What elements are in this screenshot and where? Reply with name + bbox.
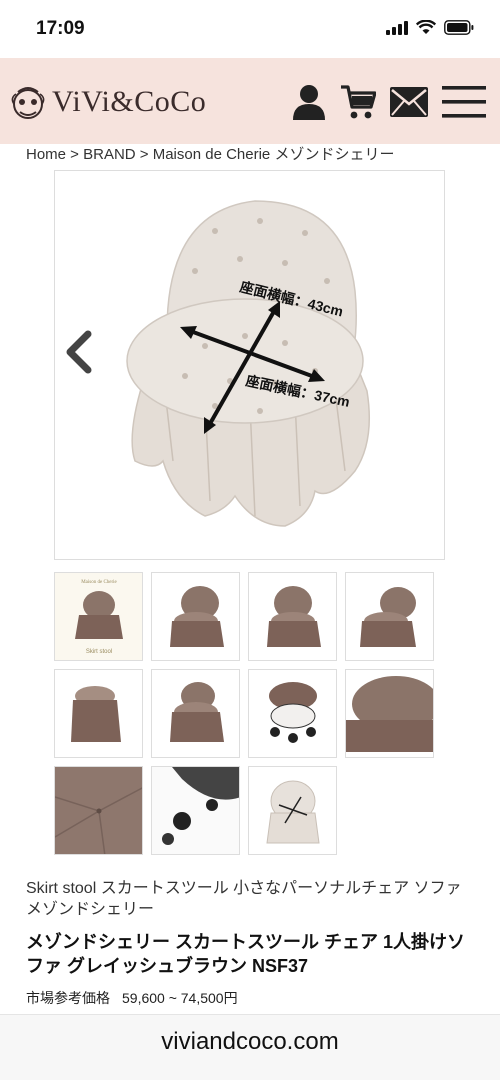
- thumbnail-1[interactable]: Maison de Cherie Skirt stool: [54, 572, 143, 661]
- dimensions-thumb: [266, 780, 320, 844]
- price-value: 59,600 ~ 74,500円: [122, 990, 238, 1006]
- status-bar: 17:09: [0, 0, 500, 58]
- thumbnail-11[interactable]: [248, 766, 337, 855]
- thumbnail-10[interactable]: [151, 766, 240, 855]
- stool-front-thumb: [267, 586, 321, 647]
- stool-front-thumb: [170, 586, 224, 647]
- thumbnail-4[interactable]: [345, 572, 434, 661]
- stool-front-thumb: Maison de Cherie Skirt stool: [55, 573, 142, 660]
- account-icon[interactable]: [292, 84, 326, 120]
- fabric-closeup-thumb: [55, 767, 142, 854]
- seat-closeup-thumb: [346, 670, 433, 757]
- site-header: ViVi&CoCo: [0, 58, 500, 144]
- svg-text:Skirt stool: Skirt stool: [86, 649, 112, 655]
- svg-text:Maison de Cherie: Maison de Cherie: [81, 580, 117, 585]
- price-label: 市場参考価格: [26, 990, 110, 1006]
- casters-thumb: [152, 767, 239, 854]
- thumbnail-grid: Maison de Cherie Skirt stool: [54, 572, 445, 855]
- stool-angled-thumb: [360, 587, 416, 647]
- breadcrumb[interactable]: Home > BRAND > Maison de Cherie メゾンドシェリー: [26, 143, 394, 164]
- thumbnail-5[interactable]: [54, 669, 143, 758]
- brand-name: ViVi&CoCo: [52, 85, 207, 118]
- header-actions: [292, 84, 486, 120]
- prev-image-arrow-icon[interactable]: [62, 330, 98, 374]
- skirt-stool-illustration: 座面横幅：43cm 座面横幅：37cm: [126, 200, 371, 527]
- cart-icon[interactable]: [340, 84, 376, 120]
- battery-icon: [444, 20, 474, 35]
- thumbnail-3[interactable]: [248, 572, 337, 661]
- product-description: Skirt stool スカートスツール 小さなパーソナルチェア ソファ メゾン…: [26, 880, 462, 918]
- hamburger-menu-icon[interactable]: [442, 85, 486, 119]
- browser-url-bar[interactable]: viviandcoco.com: [0, 1014, 500, 1080]
- url-text[interactable]: viviandcoco.com: [0, 1028, 500, 1056]
- status-time: 17:09: [36, 18, 85, 39]
- thumbnail-8[interactable]: [345, 669, 434, 758]
- thumbnail-9[interactable]: [54, 766, 143, 855]
- stool-underside-thumb: [269, 682, 317, 743]
- product-main-image[interactable]: 座面横幅：43cm 座面横幅：37cm: [54, 170, 445, 560]
- signal-icon: [386, 20, 408, 35]
- thumbnail-7[interactable]: [248, 669, 337, 758]
- thumbnail-6[interactable]: [151, 669, 240, 758]
- status-icons: [386, 20, 474, 35]
- brand-logo[interactable]: ViVi&CoCo: [10, 82, 206, 122]
- wifi-icon: [416, 20, 436, 34]
- thumbnail-2[interactable]: [151, 572, 240, 661]
- brand-emblem-icon: [11, 87, 45, 119]
- price-row: 市場参考価格 59,600 ~ 74,500円: [26, 988, 238, 1008]
- product-title: メゾンドシェリー スカートスツール チェア 1人掛けソファ グレイッシュブラウン…: [26, 932, 466, 976]
- mail-icon[interactable]: [390, 87, 428, 117]
- stool-side-thumb: [71, 686, 121, 742]
- stool-front-thumb: [170, 682, 224, 742]
